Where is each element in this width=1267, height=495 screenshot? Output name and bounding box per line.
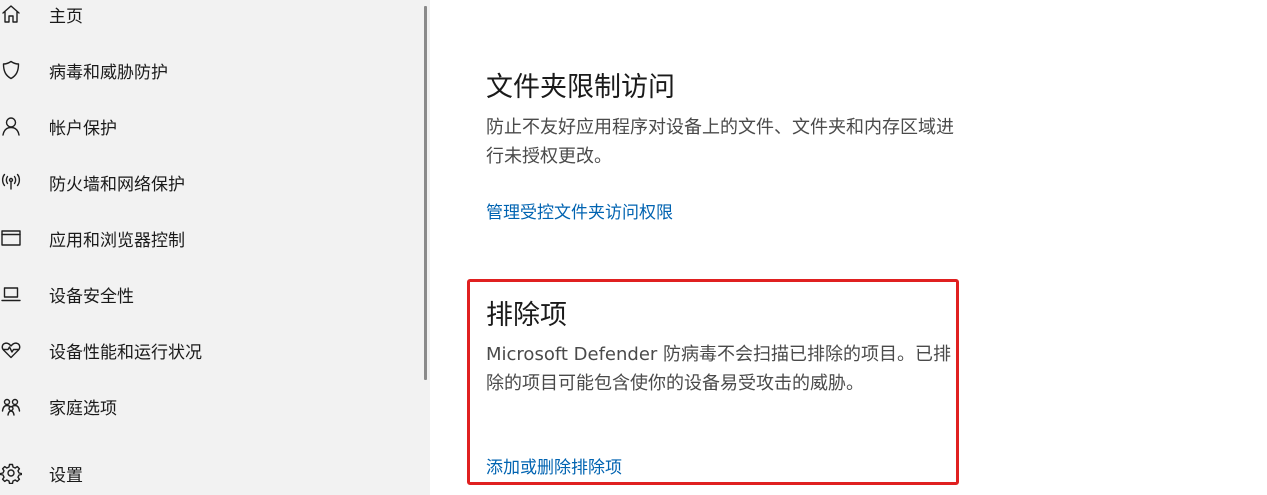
sidebar-item-label: 防火墙和网络保护	[49, 174, 185, 195]
family-icon	[0, 393, 24, 419]
gear-icon	[0, 460, 24, 486]
laptop-icon	[0, 281, 24, 307]
sidebar-item-device-security[interactable]: 设备安全性	[0, 274, 420, 314]
sidebar: 主页 病毒和威胁防护 帐户保护 防火墙和网络保护 应用和浏览器控制 设备安全性	[0, 0, 430, 495]
home-icon	[0, 1, 24, 27]
folder-access-description: 防止不友好应用程序对设备上的文件、文件夹和内存区域进行未授权更改。	[486, 117, 954, 167]
sidebar-item-label: 设置	[49, 465, 83, 486]
exclusions-title: 排除项	[486, 300, 567, 331]
sidebar-item-device-performance[interactable]: 设备性能和运行状况	[0, 330, 420, 370]
sidebar-item-account-protection[interactable]: 帐户保护	[0, 106, 420, 146]
sidebar-scrollbar[interactable]	[424, 6, 427, 380]
sidebar-item-label: 设备性能和运行状况	[49, 342, 202, 363]
sidebar-item-home[interactable]: 主页	[0, 0, 420, 34]
person-icon	[0, 113, 24, 139]
sidebar-item-app-browser-control[interactable]: 应用和浏览器控制	[0, 218, 420, 258]
sidebar-item-label: 设备安全性	[49, 286, 134, 307]
wifi-signal-icon	[0, 169, 24, 195]
browser-window-icon	[0, 225, 24, 251]
sidebar-item-virus-protection[interactable]: 病毒和威胁防护	[0, 50, 420, 90]
folder-access-title: 文件夹限制访问	[486, 72, 675, 103]
heart-pulse-icon	[0, 337, 24, 363]
sidebar-item-label: 应用和浏览器控制	[49, 230, 185, 251]
add-remove-exclusions-link[interactable]: 添加或删除排除项	[486, 453, 622, 478]
sidebar-item-label: 家庭选项	[49, 398, 117, 419]
sidebar-item-firewall[interactable]: 防火墙和网络保护	[0, 162, 420, 202]
sidebar-item-family-options[interactable]: 家庭选项	[0, 386, 420, 426]
sidebar-item-label: 帐户保护	[49, 118, 117, 139]
sidebar-item-label: 主页	[49, 6, 83, 27]
sidebar-item-label: 病毒和威胁防护	[49, 62, 168, 83]
sidebar-item-settings[interactable]: 设置	[0, 453, 420, 493]
shield-icon	[0, 57, 24, 83]
manage-controlled-folder-access-link[interactable]: 管理受控文件夹访问权限	[486, 198, 673, 223]
exclusions-description: Microsoft Defender 防病毒不会扫描已排除的项目。已排除的项目可…	[486, 344, 952, 394]
